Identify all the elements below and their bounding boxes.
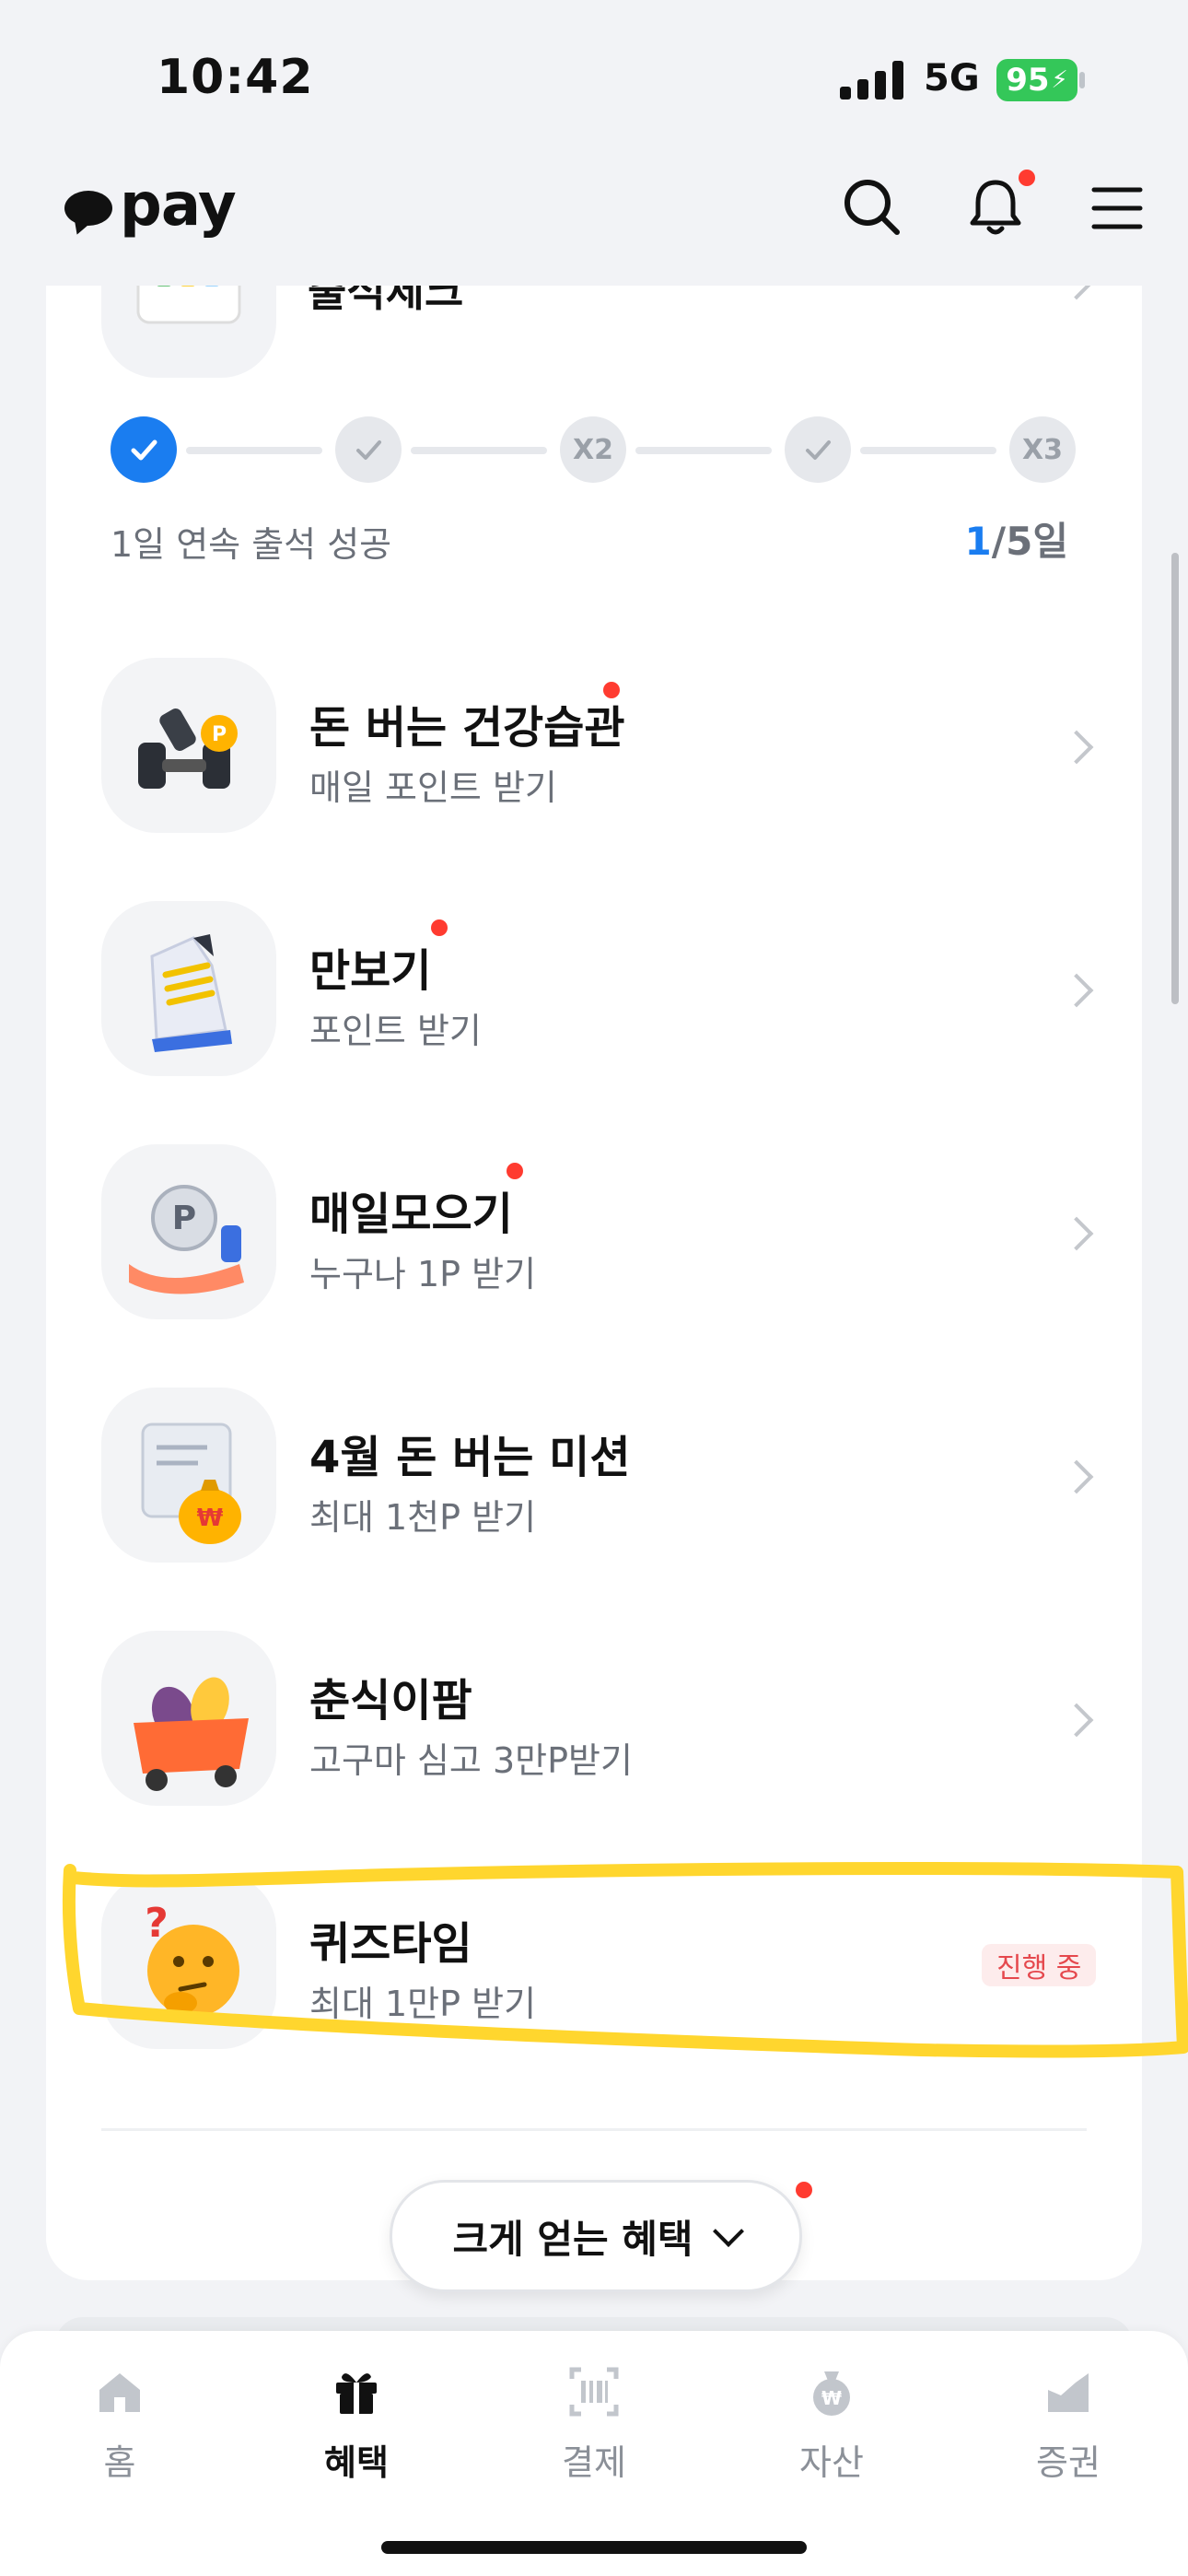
item-subtitle: 최대 1천P 받기	[309, 1497, 537, 1538]
nav-label: 자산	[799, 2442, 864, 2483]
item-subtitle: 최대 1만P 받기	[309, 1984, 537, 2024]
nav-home[interactable]: 홈	[46, 2364, 193, 2502]
new-dot	[507, 1163, 523, 1179]
dumbbell-icon: P	[101, 658, 276, 833]
step-3-bonus: X2	[560, 416, 626, 483]
scroll-money-bag-icon: ₩	[101, 1388, 276, 1563]
list-item-daily-collect[interactable]: P 매일모으기 누구나 1P 받기	[46, 1144, 1142, 1329]
new-dot	[431, 919, 448, 936]
list-item-pedometer[interactable]: 만보기 포인트 받기	[46, 901, 1142, 1085]
nav-payment[interactable]: 결제	[520, 2364, 668, 2502]
progress-line	[411, 447, 547, 454]
money-bag-icon: ₩	[813, 2371, 850, 2416]
thinking-face-icon: ?	[101, 1874, 276, 2049]
svg-text:P: P	[172, 1200, 196, 1237]
logo-text: pay	[120, 171, 237, 240]
home-icon	[99, 2373, 140, 2412]
nav-label: 혜택	[324, 2442, 389, 2483]
streak-count: 1/5일	[965, 510, 1068, 567]
step-1-check-icon	[111, 416, 177, 483]
coin-hand-icon: P	[101, 1144, 276, 1319]
chevron-down-icon	[712, 2216, 744, 2247]
battery-level: 95	[1006, 62, 1050, 99]
progress-line	[860, 447, 996, 454]
gift-icon	[336, 2373, 377, 2414]
list-item-april-mission[interactable]: ₩ 4월 돈 버는 미션 최대 1천P 받기	[46, 1388, 1142, 1572]
list-item-quiz-time[interactable]: ? 퀴즈타임 최대 1만P 받기 진행 중	[46, 1874, 1142, 2058]
wagon-icon	[101, 1631, 276, 1806]
home-indicator	[381, 2541, 807, 2554]
divider	[101, 2128, 1087, 2131]
nav-label: 증권	[1036, 2442, 1101, 2483]
status-badge: 진행 중	[982, 1944, 1097, 1986]
item-subtitle: 매일 포인트 받기	[309, 767, 557, 808]
item-title: 춘식이팜	[309, 1675, 472, 1727]
svg-text:P: P	[212, 723, 227, 746]
step-4-check-icon	[785, 416, 851, 483]
list-item-chunsik-farm[interactable]: 춘식이팜 고구마 심고 3만P받기	[46, 1631, 1142, 1815]
streak-current: 1	[964, 519, 992, 564]
item-title: 4월 돈 버는 미션	[309, 1432, 631, 1483]
scrollbar[interactable]	[1171, 553, 1179, 1004]
new-dot	[603, 682, 620, 698]
nav-securities[interactable]: 증권	[995, 2364, 1142, 2502]
chart-icon	[1048, 2373, 1089, 2412]
chevron-right-icon	[1059, 730, 1094, 765]
sneaker-icon	[101, 901, 276, 1076]
step-2-check-icon	[335, 416, 402, 483]
progress-line	[186, 447, 322, 454]
notification-dot	[1019, 170, 1035, 186]
pay-logo[interactable]: pay	[64, 171, 237, 240]
progress-line	[635, 447, 772, 454]
chevron-right-icon	[1059, 1216, 1094, 1251]
bottom-nav: 홈 혜택 결제 ₩ 자산 증권	[0, 2331, 1188, 2576]
step-5-bonus: X3	[1009, 416, 1076, 483]
signal-icon	[840, 61, 904, 100]
more-benefits-label: 크게 얻는 혜택	[452, 2216, 693, 2262]
app-header: pay	[0, 157, 1188, 286]
barcode-scan-icon	[569, 2367, 619, 2417]
chevron-right-icon	[1059, 973, 1094, 1008]
streak-total: /5일	[991, 519, 1068, 564]
item-subtitle: 누구나 1P 받기	[309, 1254, 537, 1294]
svg-text:₩: ₩	[197, 1505, 224, 1532]
network-label: 5G	[924, 57, 980, 100]
list-item-health-habit[interactable]: P 돈 버는 건강습관 매일 포인트 받기	[46, 658, 1142, 842]
speech-bubble-icon	[64, 191, 112, 226]
menu-icon[interactable]	[1085, 175, 1149, 240]
bell-icon[interactable]	[963, 175, 1028, 240]
benefits-card: 출석체크 X2 X3 1일 연속 출석 성공 1/5일 P 돈 버는 건강습관 …	[46, 267, 1142, 2280]
nav-label: 결제	[562, 2442, 626, 2483]
status-time: 10:42	[157, 50, 314, 105]
status-bar: 10:42 5G 95 ⚡	[0, 0, 1188, 157]
search-icon[interactable]	[840, 175, 904, 240]
chevron-right-icon	[1059, 1459, 1094, 1494]
item-subtitle: 포인트 받기	[309, 1011, 482, 1051]
item-title: 매일모으기	[309, 1188, 513, 1240]
item-title: 만보기	[309, 945, 432, 997]
nav-benefits[interactable]: 혜택	[283, 2364, 430, 2502]
battery-cap	[1079, 72, 1085, 88]
svg-text:?: ?	[145, 1900, 169, 1947]
nav-assets[interactable]: ₩ 자산	[758, 2364, 905, 2502]
chevron-right-icon	[1059, 1703, 1094, 1738]
item-title: 퀴즈타임	[309, 1918, 472, 1970]
battery-icon: 95 ⚡	[996, 59, 1077, 101]
streak-text: 1일 연속 출석 성공	[111, 524, 392, 565]
nav-label: 홈	[103, 2442, 136, 2483]
new-dot	[796, 2182, 812, 2198]
item-subtitle: 고구마 심고 3만P받기	[309, 1740, 633, 1781]
attendance-progress: X2 X3	[111, 416, 1133, 485]
item-title: 돈 버는 건강습관	[309, 702, 625, 754]
svg-text:₩: ₩	[821, 2387, 842, 2409]
more-benefits-button[interactable]: 크게 얻는 혜택	[390, 2180, 802, 2292]
